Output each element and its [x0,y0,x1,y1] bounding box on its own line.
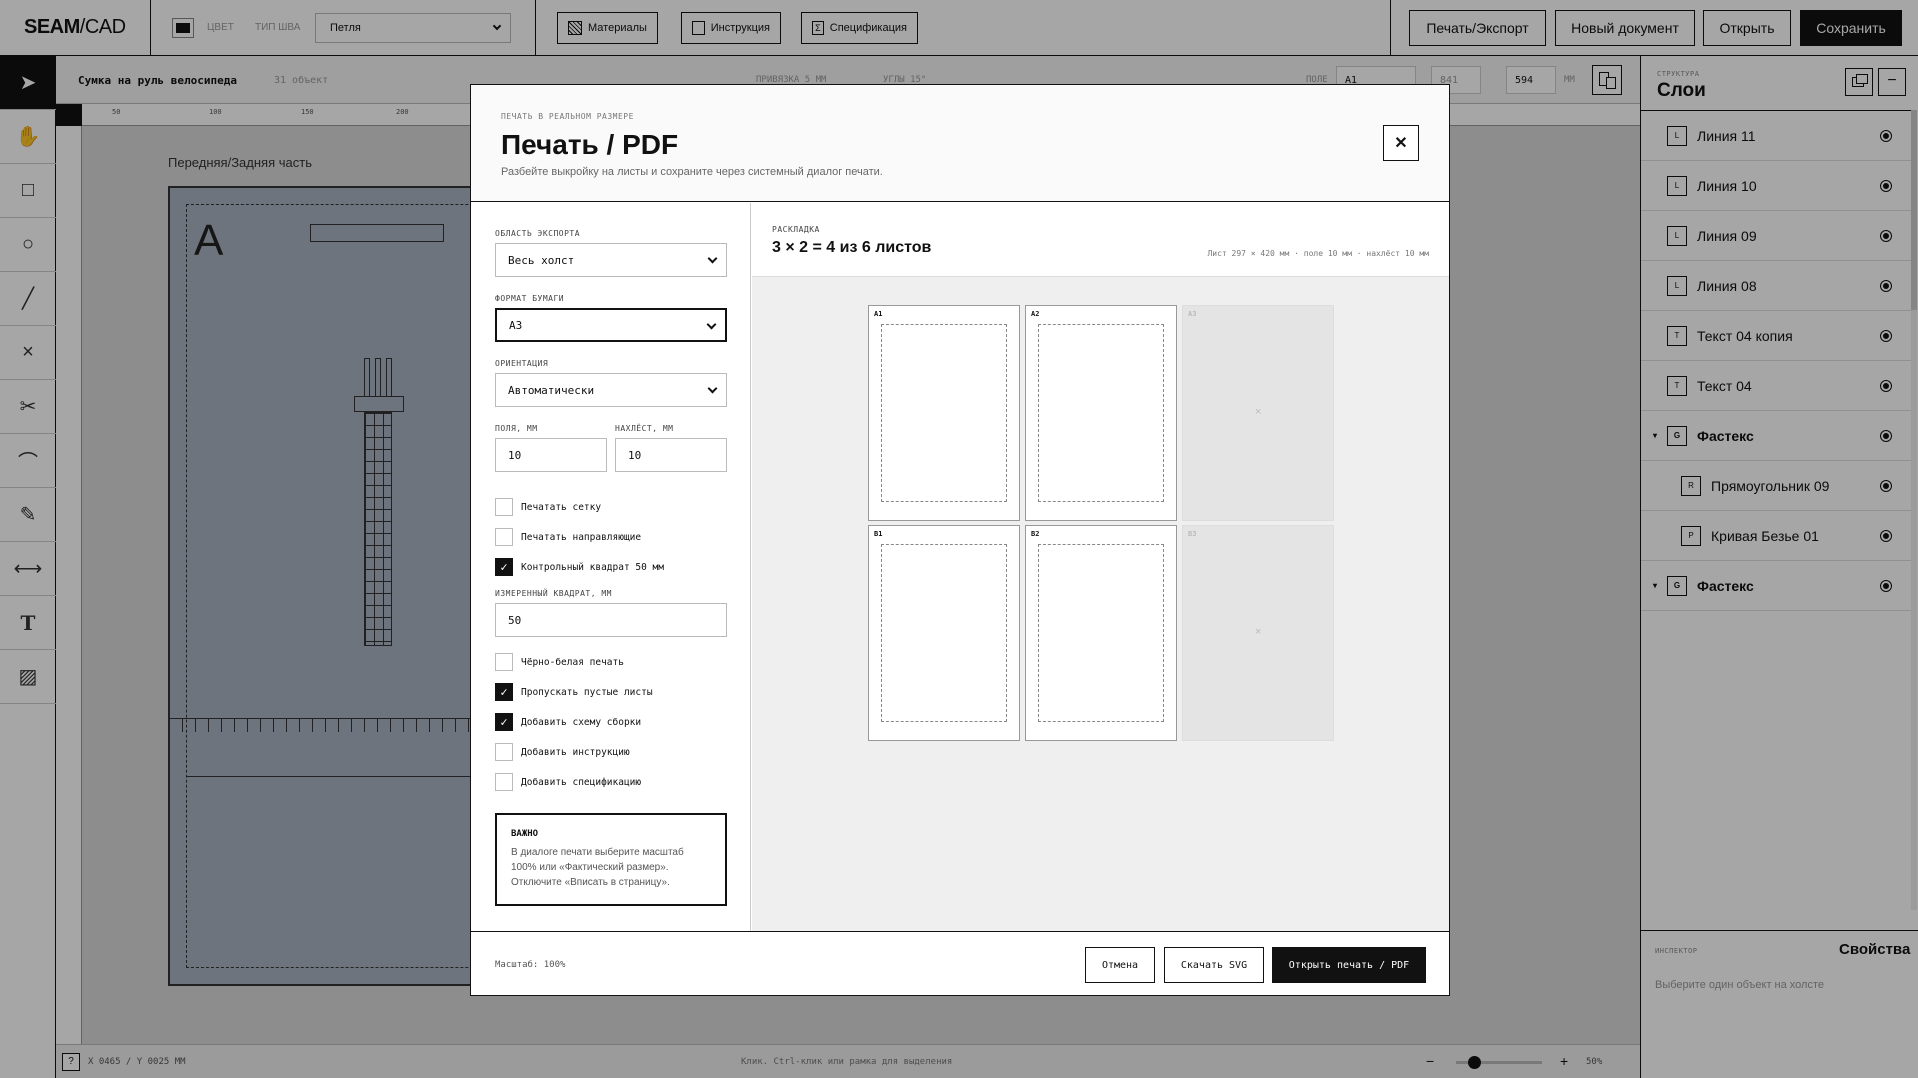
checkbox-box[interactable] [495,743,513,761]
sheet-b3-skipped: B3 × [1182,525,1334,741]
open-print-pdf-button[interactable]: Открыть печать / PDF [1272,947,1426,983]
orientation-label: ОРИЕНТАЦИЯ [495,359,549,368]
layout-meta: Лист 297 × 420 мм · поле 10 мм · нахлёст… [1207,249,1429,258]
dialog-title: Печать / PDF [501,129,679,160]
layout-preview: РАСКЛАДКА 3 × 2 = 4 из 6 листов Лист 297… [752,203,1449,931]
print-settings: ОБЛАСТЬ ЭКСПОРТА Весь холст ФОРМАТ БУМАГ… [471,203,751,931]
dialog-subtitle: Разбейте выкройку на листы и сохраните ч… [501,166,883,178]
cancel-button[interactable]: Отмена [1085,947,1155,983]
chevron-down-icon [707,383,718,394]
checkbox-box[interactable] [495,773,513,791]
add-specification-checkbox[interactable]: Добавить спецификацию [495,773,641,791]
important-notice: ВАЖНО В диалоге печати выберите масштаб … [495,813,727,906]
sheet-b2: B2 [1025,525,1177,741]
assembly-scheme-checkbox[interactable]: ✓ Добавить схему сборки [495,713,641,731]
checkmark-icon[interactable]: ✓ [495,683,513,701]
sheet-a3-skipped: A3 × [1182,305,1334,521]
paper-format-label: ФОРМАТ БУМАГИ [495,294,565,303]
print-grid-checkbox[interactable]: Печатать сетку [495,498,601,516]
download-svg-button[interactable]: Скачать SVG [1164,947,1264,983]
dialog-eyebrow: ПЕЧАТЬ В РЕАЛЬНОМ РАЗМЕРЕ [501,112,634,121]
chevron-down-icon [707,253,718,264]
control-square-checkbox[interactable]: ✓ Контрольный квадрат 50 мм [495,558,664,576]
add-instructions-checkbox[interactable]: Добавить инструкцию [495,743,630,761]
checkbox-box[interactable] [495,528,513,546]
close-icon[interactable]: ✕ [1383,125,1419,161]
checkbox-box[interactable] [495,498,513,516]
layout-label: РАСКЛАДКА [772,225,820,234]
overlap-input[interactable]: 10 [615,438,727,472]
checkmark-icon[interactable]: ✓ [495,558,513,576]
print-guides-checkbox[interactable]: Печатать направляющие [495,528,641,546]
print-dialog: ПЕЧАТЬ В РЕАЛЬНОМ РАЗМЕРЕ Печать / PDF Р… [470,84,1450,996]
orientation-select[interactable]: Автоматически [495,373,727,407]
sheet-b1: B1 [868,525,1020,741]
margins-label: ПОЛЯ, ММ [495,424,538,433]
scale-label: Масштаб: 100% [495,960,566,970]
sheet-a2: A2 [1025,305,1177,521]
bw-print-checkbox[interactable]: Чёрно-белая печать [495,653,624,671]
layout-header: РАСКЛАДКА 3 × 2 = 4 из 6 листов Лист 297… [752,203,1449,277]
dialog-header: ПЕЧАТЬ В РЕАЛЬНОМ РАЗМЕРЕ Печать / PDF Р… [471,85,1449,202]
measured-square-input[interactable]: 50 [495,603,727,637]
export-area-select[interactable]: Весь холст [495,243,727,277]
skip-x-icon: × [1255,406,1262,418]
checkmark-icon[interactable]: ✓ [495,713,513,731]
measured-square-label: ИЗМЕРЕННЫЙ КВАДРАТ, ММ [495,589,612,598]
notice-text: В диалоге печати выберите масштаб 100% и… [511,847,684,888]
overlap-label: НАХЛЁСТ, ММ [615,424,674,433]
paper-format-select[interactable]: A3 [495,308,727,342]
sheet-a1: A1 [868,305,1020,521]
dialog-footer: Масштаб: 100% Отмена Скачать SVG Открыть… [471,931,1449,995]
skip-empty-checkbox[interactable]: ✓ Пропускать пустые листы [495,683,653,701]
skip-x-icon: × [1255,626,1262,638]
chevron-down-icon [706,319,717,330]
checkbox-box[interactable] [495,653,513,671]
export-area-label: ОБЛАСТЬ ЭКСПОРТА [495,229,581,238]
layout-title: 3 × 2 = 4 из 6 листов [772,239,932,256]
notice-title: ВАЖНО [511,829,539,839]
margins-input[interactable]: 10 [495,438,607,472]
